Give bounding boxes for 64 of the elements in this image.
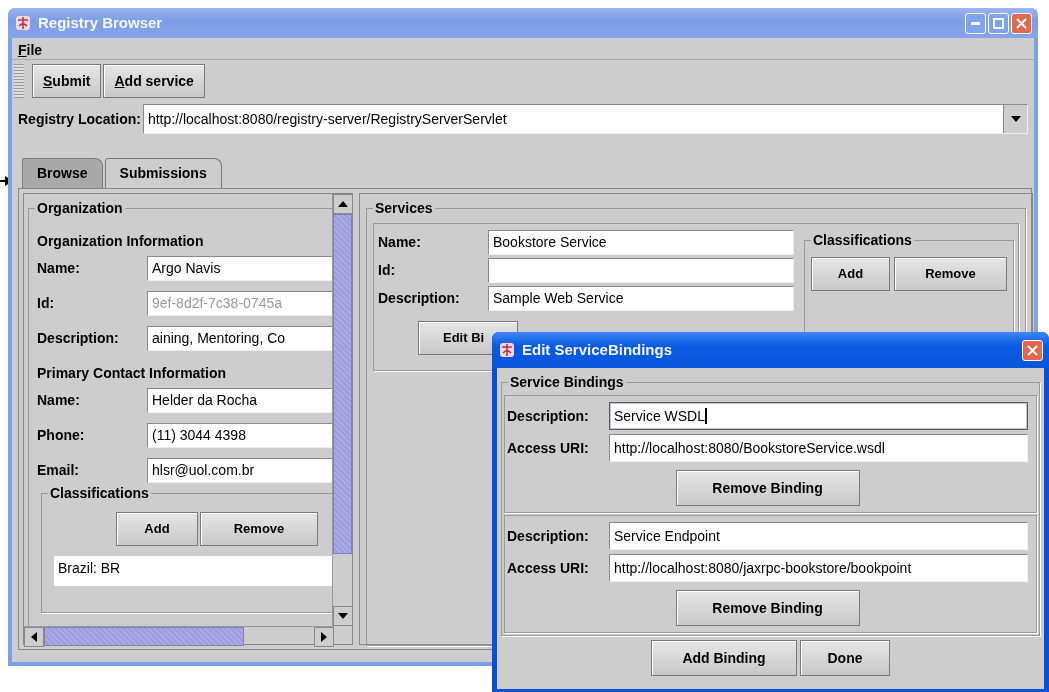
maximize-icon: [993, 17, 1004, 29]
close-button[interactable]: [1022, 339, 1043, 361]
group-title: Organization: [35, 199, 125, 217]
right-arrow-icon: [321, 632, 327, 642]
vertical-scrollbar[interactable]: [332, 194, 352, 626]
down-arrow-icon: [338, 613, 348, 619]
field-label: Description:: [37, 329, 120, 348]
app-icon: [14, 14, 32, 32]
tab[interactable]: Browse: [22, 158, 103, 188]
field-label: Phone:: [37, 426, 86, 445]
text-field[interactable]: http://localhost:8080/BookstoreService.wsdl: [609, 434, 1028, 462]
toolbar-button[interactable]: Submit: [32, 64, 102, 98]
text-field[interactable]: hlsr@uol.com.br: [147, 458, 332, 483]
dialog-title: Edit ServiceBindings: [522, 339, 673, 360]
minimize-button[interactable]: [965, 12, 986, 34]
text-field[interactable]: http://localhost:8080/jaxrpc-bookstore/bookpoint: [609, 554, 1028, 582]
text-field[interactable]: Service WSDL: [609, 402, 1028, 430]
field-label: Description:: [378, 289, 461, 308]
text-field[interactable]: Service Endpoint: [609, 522, 1028, 550]
field-label: Name:: [37, 259, 81, 278]
toolbar-button[interactable]: Add service: [103, 64, 205, 98]
button[interactable]: Done: [800, 640, 890, 676]
field-label: Email:: [37, 461, 80, 480]
left-arrow-icon: [31, 632, 37, 642]
remove-binding-button[interactable]: Remove Binding: [675, 590, 860, 626]
field-label: Description:: [507, 406, 590, 426]
close-button[interactable]: [1011, 12, 1032, 34]
field-label: Id:: [378, 261, 397, 280]
horizontal-scrollbar[interactable]: [24, 626, 334, 646]
text-field[interactable]: Helder da Rocha: [147, 388, 332, 413]
maximize-button[interactable]: [988, 12, 1009, 34]
app-icon: [498, 341, 516, 359]
text-field[interactable]: Bookstore Service: [488, 230, 794, 255]
text-field[interactable]: (11) 3044 4398: [147, 423, 332, 448]
button[interactable]: Add Binding: [651, 640, 797, 676]
up-arrow-icon: [338, 201, 348, 207]
text-field[interactable]: Sample Web Service: [488, 286, 794, 311]
button[interactable]: Add: [811, 257, 890, 291]
tab[interactable]: Submissions: [104, 158, 222, 188]
group-title: Service Bindings: [508, 373, 626, 391]
minimize-icon: [971, 21, 980, 25]
field-label: Description:: [507, 526, 590, 546]
button[interactable]: Remove: [893, 257, 1007, 291]
window-title: Registry Browser: [38, 12, 163, 33]
toolbar-grip[interactable]: [14, 64, 24, 98]
registry-location-combo[interactable]: http://localhost:8080/registry-server/RegistryServerServlet: [142, 104, 1028, 134]
close-icon: [1016, 17, 1027, 29]
text-field[interactable]: Argo Navis: [147, 256, 332, 281]
button[interactable]: Remove: [200, 512, 318, 546]
field-label: Access URI:: [507, 558, 590, 578]
field-label: Id:: [37, 294, 56, 313]
text-field[interactable]: aining, Mentoring, Co: [147, 326, 332, 351]
combo-value: http://localhost:8080/registry-server/RegistryServerServlet: [147, 110, 508, 129]
section-heading: Primary Contact Information: [37, 364, 228, 383]
field-label: Registry Location:: [18, 109, 141, 129]
field-label: Access URI:: [507, 438, 590, 458]
close-icon: [1027, 344, 1038, 356]
button[interactable]: Add: [116, 512, 198, 546]
field-label: Name:: [378, 233, 422, 252]
menu-item[interactable]: File: [18, 40, 43, 57]
remove-binding-button[interactable]: Remove Binding: [675, 470, 860, 506]
field-label: Name:: [37, 391, 81, 410]
section-heading: Organization Information: [37, 232, 205, 251]
text-field[interactable]: [488, 258, 794, 283]
